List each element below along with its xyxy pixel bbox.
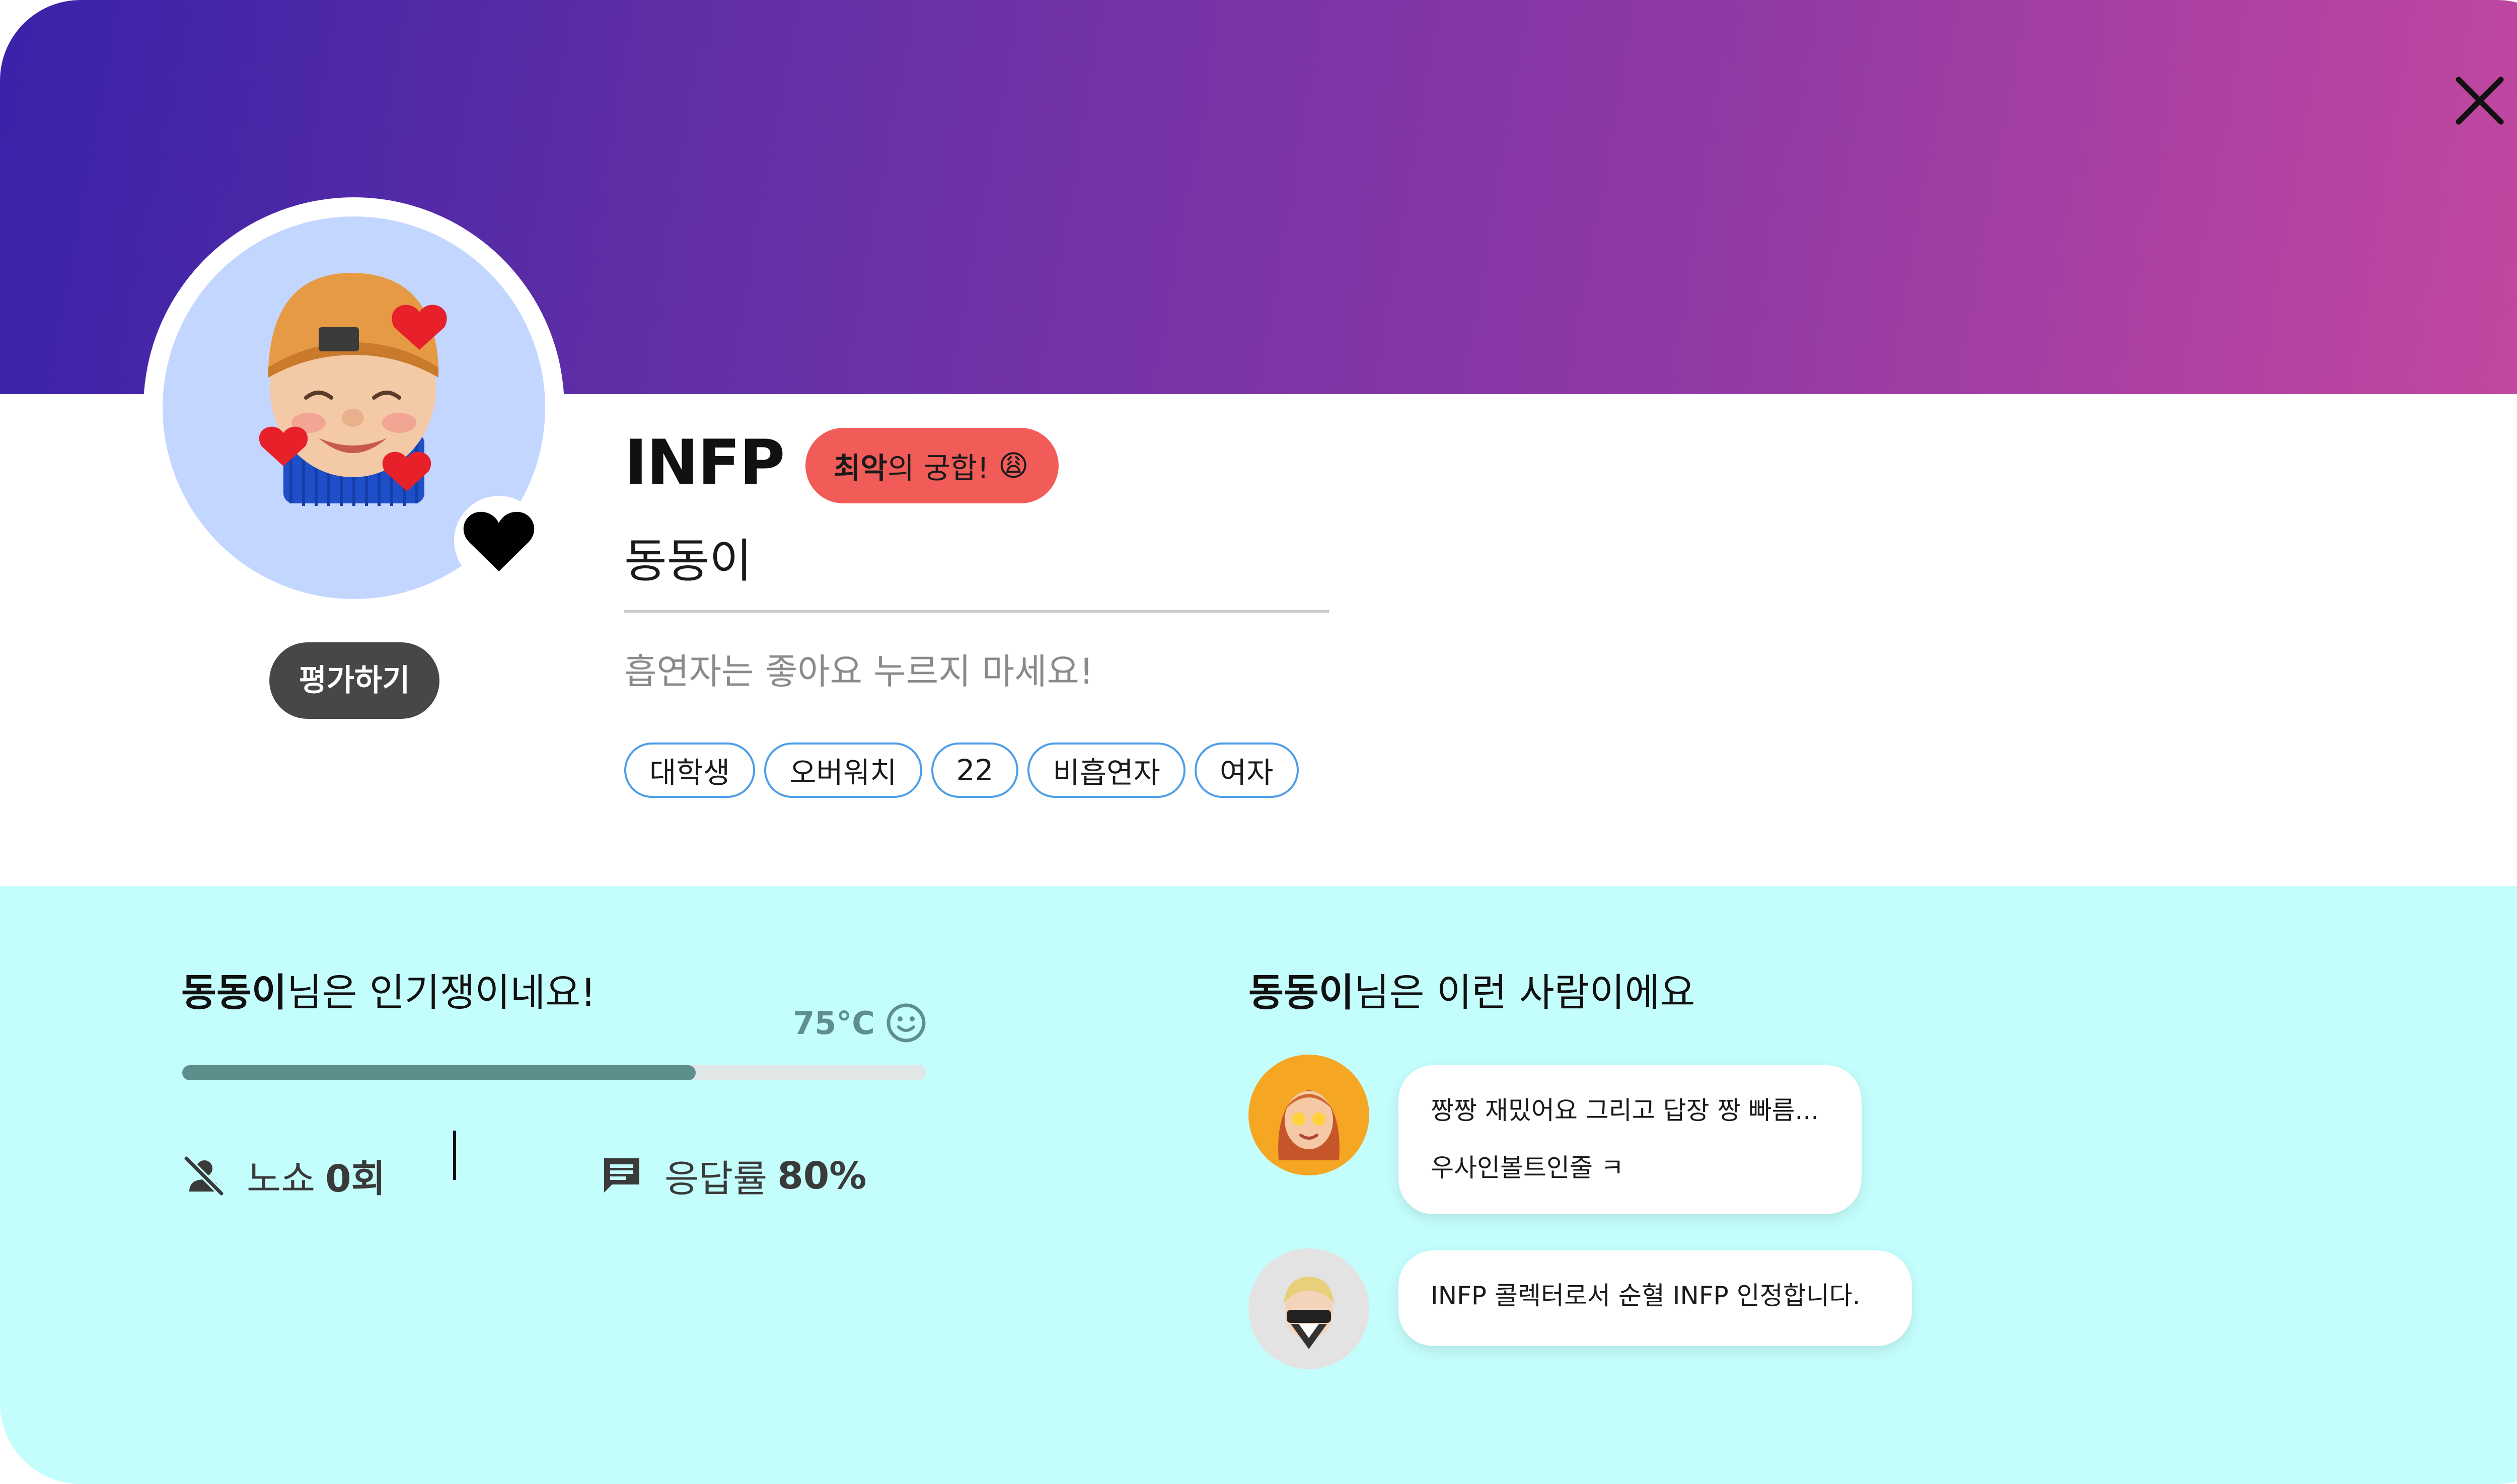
review-text: 우사인볼트인줄 ㅋ bbox=[1431, 1153, 1624, 1182]
popularity-progress bbox=[182, 1065, 926, 1080]
reviews-name: 동동이 bbox=[1248, 970, 1354, 1015]
tag-list: 대학생 오버워치 22 비흡연자 여자 bbox=[624, 743, 1308, 798]
temperature-value: 75°C bbox=[793, 1004, 875, 1042]
stat-divider bbox=[453, 1131, 456, 1180]
popularity-title: 동동이님은 인기쟁이네요! bbox=[181, 961, 596, 1017]
reviews-title: 동동이님은 이런 사람이에요 bbox=[1248, 961, 1695, 1017]
review-text: 짱짱 재밌어요 그리고 답장 짱 빠름... bbox=[1431, 1096, 1819, 1125]
popularity-name: 동동이 bbox=[181, 970, 287, 1015]
reviewer-avatar[interactable] bbox=[1248, 1248, 1369, 1369]
reviewer-avatar[interactable] bbox=[1248, 1055, 1369, 1175]
noshow-label: 노쇼 bbox=[247, 1157, 316, 1201]
person-off-icon bbox=[184, 1155, 224, 1196]
tag-chip[interactable]: 비흡연자 bbox=[1027, 743, 1186, 798]
review-text: INFP 콜렉터로서 순혈 INFP 인정합니다. bbox=[1431, 1281, 1861, 1310]
bio-text: 흡연자는 좋아요 누르지 마세요! bbox=[624, 651, 1094, 692]
compatibility-badge: 최악 의 궁합! 😩 bbox=[805, 428, 1059, 503]
popularity-suffix: 님은 인기쟁이네요! bbox=[286, 970, 596, 1015]
profile-card: 평가하기 INFP 최악 의 궁합! 😩 동동이 흡연자는 좋아요 누르지 마세… bbox=[0, 0, 2517, 1484]
tag-chip[interactable]: 여자 bbox=[1194, 743, 1299, 798]
compatibility-strong: 최악 bbox=[834, 451, 887, 485]
response-label: 응답률 bbox=[664, 1157, 768, 1201]
nickname: 동동이 bbox=[624, 534, 752, 588]
compatibility-text: 의 궁합! bbox=[887, 451, 998, 485]
like-button[interactable] bbox=[454, 496, 544, 585]
noshow-value: 0회 bbox=[325, 1157, 386, 1201]
review-bubble: INFP 콜렉터로서 순혈 INFP 인정합니다. bbox=[1398, 1250, 1912, 1346]
chat-icon bbox=[604, 1158, 639, 1193]
weary-face-icon: 😩 bbox=[998, 449, 1029, 483]
response-rate-stat: 응답률 80% bbox=[599, 1149, 866, 1203]
rate-button[interactable]: 평가하기 bbox=[269, 642, 439, 719]
close-button[interactable] bbox=[2450, 70, 2510, 131]
response-value: 80% bbox=[777, 1154, 867, 1198]
noshow-stat: 노쇼 0회 bbox=[181, 1149, 386, 1203]
review-bubble: 짱짱 재밌어요 그리고 답장 짱 빠름... 우사인볼트인줄 ㅋ bbox=[1398, 1065, 1862, 1214]
reviews-suffix: 님은 이런 사람이에요 bbox=[1354, 970, 1695, 1015]
smile-icon bbox=[886, 1003, 926, 1043]
progress-fill bbox=[182, 1065, 696, 1080]
tag-chip[interactable]: 22 bbox=[931, 743, 1019, 798]
tag-chip[interactable]: 대학생 bbox=[624, 743, 756, 798]
close-icon bbox=[2456, 77, 2504, 125]
temperature-readout: 75°C bbox=[793, 1002, 927, 1044]
heart-icon bbox=[463, 511, 535, 571]
tag-chip[interactable]: 오버워치 bbox=[764, 743, 922, 798]
divider bbox=[624, 610, 1329, 613]
mbti-type: INFP bbox=[624, 427, 785, 499]
